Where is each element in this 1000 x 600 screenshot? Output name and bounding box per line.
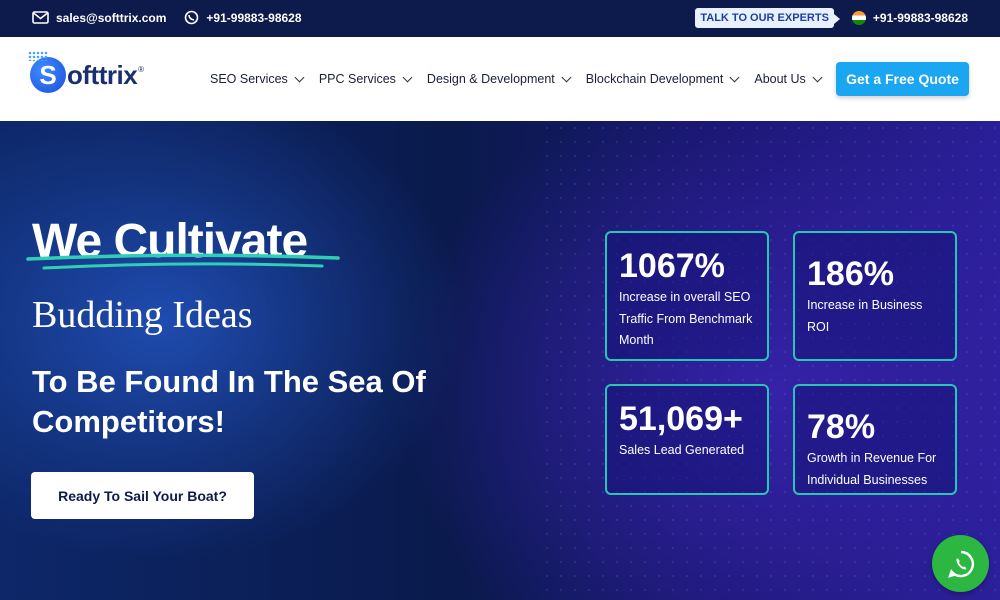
whatsapp-chat-button[interactable] <box>932 535 989 592</box>
stat-value: 1067% <box>619 247 725 285</box>
logo-letter: S <box>39 59 57 90</box>
nav-label: SEO Services <box>210 72 288 86</box>
stat-value: 186% <box>807 255 894 293</box>
stat-description: Increase in overall SEO Traffic From Ben… <box>619 290 753 347</box>
main-nav: S ofttrix ® SEO Services PPC Services De… <box>0 37 1000 121</box>
mail-icon <box>32 11 49 24</box>
nav-label: PPC Services <box>318 72 396 86</box>
stat-card-roi: 186% Increase in Business ROI <box>793 231 957 361</box>
nav-item-about-us[interactable]: About Us <box>754 72 823 86</box>
stat-value: 51,069+ <box>619 400 743 438</box>
whatsapp-icon <box>947 550 974 578</box>
ready-to-sail-button[interactable]: Ready To Sail Your Boat? <box>31 472 254 519</box>
chevron-down-icon <box>729 72 740 82</box>
stat-description: Increase in Business ROI <box>807 298 923 334</box>
email-link[interactable]: sales@softtrix.com <box>32 10 166 25</box>
india-phone-link[interactable]: +91-99883-98628 <box>851 11 968 25</box>
stat-card-revenue-growth: 78% Growth in Revenue For Individual Bus… <box>793 384 957 495</box>
nav-label: About Us <box>754 72 806 86</box>
nav-item-design-development[interactable]: Design & Development <box>426 72 572 86</box>
nav-item-blockchain-development[interactable]: Blockchain Development <box>585 72 740 86</box>
top-bar: sales@softtrix.com +91-99883-98628 TALK … <box>0 0 1000 37</box>
chevron-down-icon <box>812 72 823 82</box>
chevron-down-icon <box>402 72 413 82</box>
nav-item-ppc-services[interactable]: PPC Services <box>318 72 413 86</box>
logo-dots-icon <box>28 51 48 61</box>
softtrix-logo[interactable]: S ofttrix ® <box>28 51 145 93</box>
hero-tagline: To Be Found In The Sea Of Competitors! <box>32 364 426 439</box>
title-underline-decoration <box>26 253 340 270</box>
nav-label: Design & Development <box>426 72 555 86</box>
nav-menu: SEO Services PPC Services Design & Devel… <box>210 72 823 86</box>
email-text: sales@softtrix.com <box>56 10 167 25</box>
stat-description: Sales Lead Generated <box>619 443 745 457</box>
logo-mark: S <box>28 51 66 93</box>
phone-text-right: +91-99883-98628 <box>872 11 968 25</box>
get-free-quote-button[interactable]: Get a Free Quote <box>836 62 969 96</box>
chevron-down-icon <box>561 72 572 82</box>
stat-value: 78% <box>807 408 876 446</box>
stat-card-sales-leads: 51,069+ Sales Lead Generated <box>605 384 769 495</box>
phone-text-left: +91-99883-98628 <box>206 10 302 25</box>
hero-section: We Cultivate Budding Ideas To Be Found I… <box>0 121 1000 600</box>
chevron-down-icon <box>294 72 305 82</box>
india-flag-icon <box>851 11 866 25</box>
whatsapp-phone-link[interactable]: +91-99883-98628 <box>184 10 302 25</box>
logo-registered: ® <box>138 65 145 74</box>
whatsapp-icon <box>185 10 199 25</box>
hero-subtitle: Budding Ideas <box>32 294 253 336</box>
talk-to-experts-badge[interactable]: TALK TO OUR EXPERTS <box>695 8 840 28</box>
nav-label: Blockchain Development <box>585 72 724 86</box>
logo-text: ofttrix <box>67 59 138 90</box>
stat-description: Growth in Revenue For Individual Busines… <box>807 451 937 487</box>
stat-card-seo-traffic: 1067% Increase in overall SEO Traffic Fr… <box>605 231 769 361</box>
nav-item-seo-services[interactable]: SEO Services <box>210 72 305 86</box>
